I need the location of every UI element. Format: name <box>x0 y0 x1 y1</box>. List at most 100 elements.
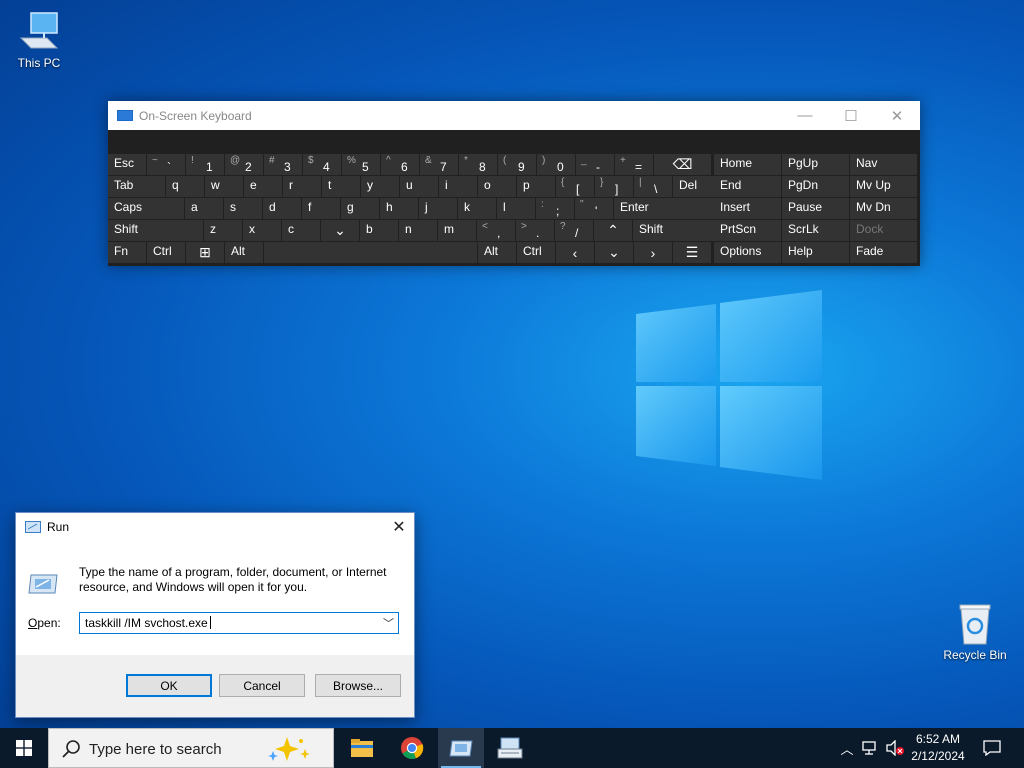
key-5-0-6[interactable]: % 5 <box>342 154 380 175</box>
run-close-button[interactable]: ✕ <box>384 513 414 541</box>
key-u-1-7[interactable]: u <box>400 176 438 197</box>
key-j-2-7[interactable]: j <box>419 198 457 219</box>
osk-taskbar-button[interactable] <box>487 728 533 768</box>
key-i-1-8[interactable]: i <box>439 176 477 197</box>
start-button[interactable] <box>0 728 48 768</box>
key-dock-3-15[interactable]: Dock <box>850 220 917 241</box>
key-minus-2-11[interactable]: " ' <box>575 198 613 219</box>
key-p-1-10[interactable]: p <box>517 176 555 197</box>
key-h-2-6[interactable]: h <box>380 198 418 219</box>
key-pgdn-1-16[interactable]: PgDn <box>782 176 849 197</box>
key-4-0-5[interactable]: $4 <box>303 154 341 175</box>
key-minus-0-1[interactable]: ~ ` <box>147 154 185 175</box>
key-home-0-15[interactable]: Home <box>714 154 781 175</box>
recycle-bin-desktop-icon[interactable]: Recycle Bin <box>940 602 1010 662</box>
key-minus-1-12[interactable]: }] <box>595 176 633 197</box>
key-q-1-1[interactable]: q <box>166 176 204 197</box>
key-enter-2-12[interactable]: Enter <box>614 198 724 219</box>
key-mv-up-1-17[interactable]: Mv Up <box>850 176 917 197</box>
key-prtscn-3-13[interactable]: PrtScn <box>714 220 781 241</box>
open-combobox[interactable]: taskkill /IM svchost.exe ﹀ <box>79 612 399 634</box>
key-minus-2-10[interactable]: :; <box>536 198 574 219</box>
key-space-4-4[interactable] <box>264 242 477 263</box>
action-center-button[interactable] <box>978 728 1006 768</box>
cancel-button[interactable]: Cancel <box>219 674 305 697</box>
key-minus-1-13[interactable]: | \ <box>634 176 672 197</box>
key-f-2-4[interactable]: f <box>302 198 340 219</box>
key-d-2-3[interactable]: d <box>263 198 301 219</box>
key-shift-3-0[interactable]: Shift <box>108 220 203 241</box>
key-ctrl-4-1[interactable]: Ctrl <box>147 242 185 263</box>
run-title-bar[interactable]: Run ✕ <box>16 513 414 541</box>
key-shift-3-12[interactable]: Shift <box>633 220 724 241</box>
key-g-2-5[interactable]: g <box>341 198 379 219</box>
key-2-0-3[interactable]: @2 <box>225 154 263 175</box>
key-minus-3-10[interactable]: ? / <box>555 220 593 241</box>
key-ctrl-4-6[interactable]: Ctrl <box>517 242 555 263</box>
key-minus-4-7[interactable]: ‹ <box>556 242 594 263</box>
chrome-taskbar-button[interactable] <box>389 728 435 768</box>
key-pause-2-14[interactable]: Pause <box>782 198 849 219</box>
run-taskbar-button[interactable] <box>438 728 484 768</box>
key-n-3-6[interactable]: n <box>399 220 437 241</box>
key-v-4-8[interactable]: ⌄ <box>595 242 633 263</box>
volume-tray-button[interactable] <box>884 728 906 768</box>
key-o-1-9[interactable]: o <box>478 176 516 197</box>
chevron-down-icon[interactable]: ﹀ <box>383 615 394 631</box>
show-hidden-icons-button[interactable]: ︿ <box>836 728 858 768</box>
key-6-0-7[interactable]: ^ 6 <box>381 154 419 175</box>
key-mv-dn-2-15[interactable]: Mv Dn <box>850 198 917 219</box>
key-fade-4-13[interactable]: Fade <box>850 242 917 263</box>
key-l-2-9[interactable]: l <box>497 198 535 219</box>
key-x-3-2[interactable]: x <box>243 220 281 241</box>
key-end-1-15[interactable]: End <box>714 176 781 197</box>
key-0-0-11[interactable]: ) 0 <box>537 154 575 175</box>
key-c-3-3[interactable]: c <box>282 220 320 241</box>
minimize-button[interactable]: — <box>782 101 828 130</box>
key-minus-3-9[interactable]: >. <box>516 220 554 241</box>
ok-button[interactable]: OK <box>126 674 212 697</box>
key-minus-1-11[interactable]: {[ <box>556 176 594 197</box>
taskbar-search-box[interactable]: Type here to search <box>48 728 334 768</box>
key-caps-2-0[interactable]: Caps <box>108 198 184 219</box>
key-minus-0-13[interactable]: + = <box>615 154 653 175</box>
key-options-4-11[interactable]: Options <box>714 242 781 263</box>
key-3-0-4[interactable]: #3 <box>264 154 302 175</box>
key-s-2-2[interactable]: s <box>224 198 262 219</box>
key-minus-4-10[interactable]: ☰ <box>673 242 711 263</box>
key-k-2-8[interactable]: k <box>458 198 496 219</box>
key-1-0-2[interactable]: ! 1 <box>186 154 224 175</box>
key-9-0-10[interactable]: (9 <box>498 154 536 175</box>
key-t-1-5[interactable]: t <box>322 176 360 197</box>
key-nav-0-17[interactable]: Nav <box>850 154 917 175</box>
key-alt-4-3[interactable]: Alt <box>225 242 263 263</box>
key-v-3-4[interactable]: ⌄ <box>321 220 359 241</box>
key-z-3-1[interactable]: z <box>204 220 242 241</box>
browse-button[interactable]: Browse... <box>315 674 401 697</box>
key-b-3-5[interactable]: b <box>360 220 398 241</box>
key-y-1-6[interactable]: y <box>361 176 399 197</box>
key-8-0-9[interactable]: * 8 <box>459 154 497 175</box>
key-pgup-0-16[interactable]: PgUp <box>782 154 849 175</box>
key-insert-2-13[interactable]: Insert <box>714 198 781 219</box>
key-e-1-3[interactable]: e <box>244 176 282 197</box>
network-tray-button[interactable] <box>860 728 882 768</box>
close-button[interactable]: ✕ <box>874 101 920 130</box>
open-input-value[interactable]: taskkill /IM svchost.exe <box>85 616 208 630</box>
key-7-0-8[interactable]: & 7 <box>420 154 458 175</box>
key-fn-4-0[interactable]: Fn <box>108 242 146 263</box>
key-minus-3-11[interactable]: ⌃ <box>594 220 632 241</box>
key-scrlk-3-14[interactable]: ScrLk <box>782 220 849 241</box>
taskbar-clock[interactable]: 6:52 AM 2/12/2024 <box>905 731 971 765</box>
key-minus-4-9[interactable]: › <box>634 242 672 263</box>
file-explorer-taskbar-button[interactable] <box>339 728 385 768</box>
key-a-2-1[interactable]: a <box>185 198 223 219</box>
key-minus-3-8[interactable]: <, <box>477 220 515 241</box>
key-minus-4-2[interactable]: ⊞ <box>186 242 224 263</box>
key-help-4-12[interactable]: Help <box>782 242 849 263</box>
maximize-button[interactable]: ☐ <box>828 101 874 130</box>
osk-title-bar[interactable]: On-Screen Keyboard — ☐ ✕ <box>108 101 920 130</box>
key-r-1-4[interactable]: r <box>283 176 321 197</box>
this-pc-desktop-icon[interactable]: This PC <box>4 10 74 70</box>
key-esc-0-0[interactable]: Esc <box>108 154 146 175</box>
